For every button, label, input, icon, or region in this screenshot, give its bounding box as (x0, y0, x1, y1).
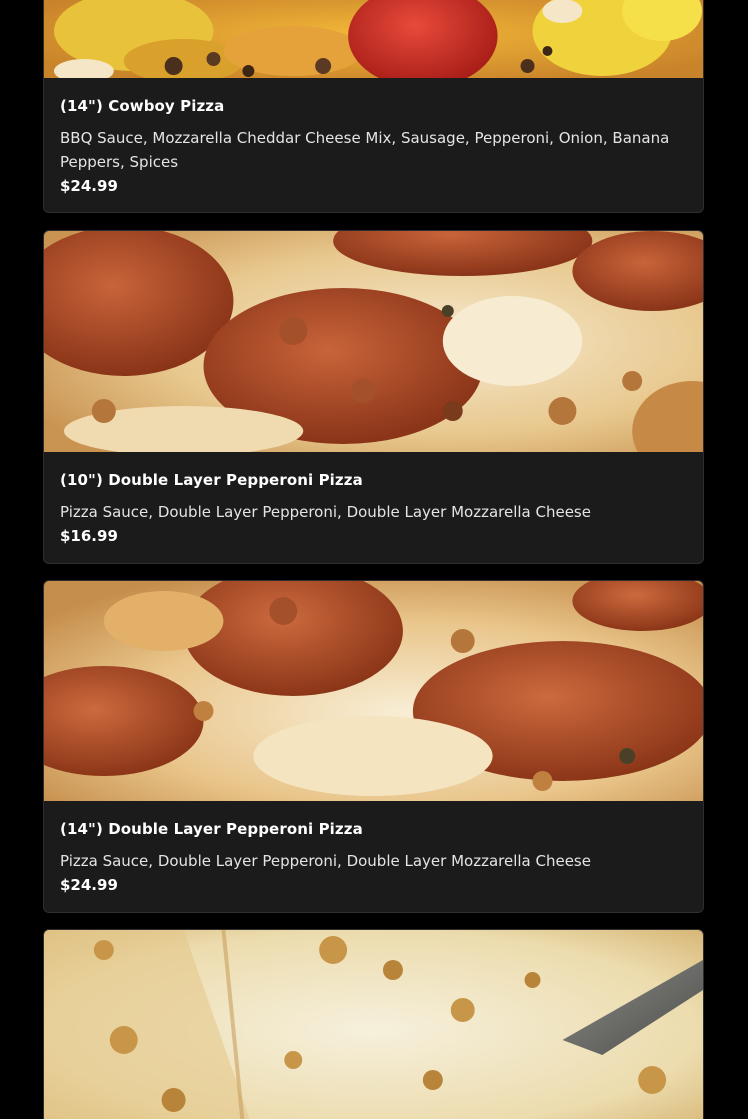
menu-item-card[interactable]: (14") Double Layer Pepperoni Pizza Pizza… (43, 580, 704, 913)
menu-item-details: (14") Double Layer Pepperoni Pizza Pizza… (44, 801, 703, 897)
menu-page: (14") Cowboy Pizza BBQ Sauce, Mozzarella… (0, 0, 748, 1119)
menu-item-title: (14") Double Layer Pepperoni Pizza (60, 820, 363, 838)
pizza-photo (44, 0, 703, 78)
pizza-photo (44, 930, 703, 1119)
menu-item-details: (14") Cowboy Pizza BBQ Sauce, Mozzarella… (44, 78, 703, 198)
pizza-photo (44, 581, 703, 801)
menu-item-card[interactable] (43, 929, 704, 1119)
menu-item-price: $24.99 (60, 876, 118, 894)
menu-item-price: $24.99 (60, 177, 118, 195)
menu-item-price: $16.99 (60, 527, 118, 545)
menu-item-card[interactable]: (10") Double Layer Pepperoni Pizza Pizza… (43, 230, 704, 564)
menu-item-description: Pizza Sauce, Double Layer Pepperoni, Dou… (60, 852, 591, 870)
menu-item-card[interactable]: (14") Cowboy Pizza BBQ Sauce, Mozzarella… (43, 0, 704, 213)
menu-item-description: Pizza Sauce, Double Layer Pepperoni, Dou… (60, 503, 591, 521)
menu-item-title: (14") Cowboy Pizza (60, 97, 225, 115)
menu-item-title: (10") Double Layer Pepperoni Pizza (60, 471, 363, 489)
pizza-photo (44, 231, 703, 452)
menu-item-description: BBQ Sauce, Mozzarella Cheddar Cheese Mix… (60, 129, 670, 171)
menu-item-details: (10") Double Layer Pepperoni Pizza Pizza… (44, 452, 703, 548)
